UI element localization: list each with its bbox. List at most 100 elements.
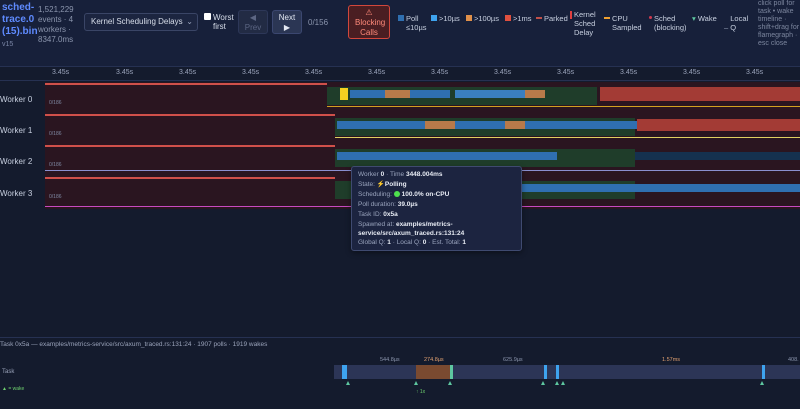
tooltip-poll-duration: Poll duration: 39.0µs <box>358 200 515 210</box>
worst-first-label: Worst first <box>213 13 234 31</box>
wake-marker-icon[interactable] <box>448 381 452 385</box>
tooltip-time-label: Time <box>389 171 405 178</box>
wake-marker-icon[interactable] <box>760 381 764 385</box>
legend-swatch-10us <box>431 15 437 21</box>
local-q-dash-icon: – <box>724 23 729 32</box>
parked-bar[interactable] <box>600 87 800 101</box>
task-poll-bar[interactable] <box>450 365 453 379</box>
tooltip-task-id-label: Task ID: <box>358 211 382 218</box>
parked-line <box>45 177 335 179</box>
axis-tick: 3.45s <box>242 69 260 76</box>
axis-tick: 3.45s <box>116 69 134 76</box>
axis-tick: 3.45s <box>683 69 701 76</box>
view-select[interactable]: Kernel Scheduling Delays ⌄ <box>84 13 198 31</box>
worker-lane-0[interactable]: 0/186 <box>45 82 800 113</box>
view-select-value: Kernel Scheduling Delays <box>91 17 183 26</box>
tooltip-task-id: Task ID: 0x5a <box>358 210 515 220</box>
blocking-calls-button[interactable]: ⚠ Blocking Calls <box>348 5 390 39</box>
chevron-down-icon: ⌄ <box>186 17 193 26</box>
poll-bar[interactable] <box>337 121 637 129</box>
parked-line <box>45 83 327 85</box>
legend-10us-label: >10µs <box>439 14 460 23</box>
wake-marker-icon[interactable] <box>541 381 545 385</box>
poll-bar-highlight[interactable] <box>340 88 348 100</box>
worker-lane-1[interactable]: 0/186 <box>45 113 800 144</box>
poll-bar[interactable] <box>522 184 800 192</box>
worker-label-1: Worker 1 <box>0 126 33 135</box>
poll-bar[interactable] <box>337 152 557 160</box>
tooltip-global-q-label: Global Q: <box>358 239 386 246</box>
wake-marker-icon[interactable] <box>555 381 559 385</box>
axis-tick: 3.45s <box>494 69 512 76</box>
legend-swatch-kernel-delay <box>570 11 572 19</box>
next-arrow-icon: ▶ <box>283 23 291 32</box>
task-poll-bar[interactable] <box>416 365 450 379</box>
axis-tick: 3.45s <box>746 69 764 76</box>
poll-tooltip: Worker 0 · Time 3448.004ms State: ⚡Polli… <box>351 166 522 251</box>
task-poll-bar[interactable] <box>544 365 547 379</box>
tooltip-task-id-value: 0x5a <box>383 211 398 218</box>
incident-counter: 0/156 <box>308 18 329 27</box>
trace-stats: 1,521,229 events · 4 workers · 8347.0ms <box>38 5 74 44</box>
tooltip-worker-label: Worker <box>358 171 379 178</box>
legend-1ms: >1ms <box>505 14 532 23</box>
axis-tick: 3.45s <box>179 69 197 76</box>
prev-label: Prev <box>244 23 262 32</box>
legend-sched-blocking: Sched (blocking) <box>649 14 692 32</box>
task-duration-label: 625.9µs <box>503 357 523 363</box>
task-panel-title: Task 0x5a — examples/metrics-service/src… <box>0 341 268 348</box>
tooltip-scheduling-label: Scheduling: <box>358 191 392 198</box>
lane-mark: 0/186 <box>49 131 62 137</box>
wake-marker-icon[interactable] <box>561 381 565 385</box>
wake-marker-icon[interactable] <box>414 381 418 385</box>
wake-marker-icon[interactable] <box>346 381 350 385</box>
poll-bar[interactable] <box>525 90 545 98</box>
parked-line <box>45 114 335 116</box>
wake-triangle-icon: ▾ <box>692 14 696 23</box>
poll-bar[interactable] <box>425 121 455 129</box>
legend-swatch-100us <box>466 15 472 21</box>
axis-tick: 3.45s <box>620 69 638 76</box>
prev-button[interactable]: ◀ Prev <box>238 10 268 34</box>
file-name: sched-trace.0 (15).bin v15 <box>2 2 38 51</box>
time-axis: 3.45s 3.45s 3.45s 3.45s 3.45s 3.45s 3.45… <box>0 67 800 81</box>
task-poll-bar[interactable] <box>342 365 347 379</box>
task-footnote: ↑ 1x <box>416 389 426 395</box>
axis-tick: 3.45s <box>305 69 323 76</box>
task-lane[interactable] <box>334 365 800 379</box>
legend-100us-label: >100µs <box>474 14 499 23</box>
legend-cpu-sampled: CPU Sampled <box>604 14 644 32</box>
tooltip-state-value: ⚡Polling <box>376 181 407 188</box>
task-poll-bar[interactable] <box>762 365 765 379</box>
worker-label-2: Worker 2 <box>0 157 33 166</box>
file-version: v15 <box>2 41 14 48</box>
legend-1ms-label: >1ms <box>513 14 532 23</box>
parked-bar[interactable] <box>637 119 800 131</box>
keyboard-hint: click poll for task • wake timeline · sh… <box>758 0 800 47</box>
checkbox-box[interactable] <box>204 13 211 20</box>
warning-icon: ⚠ <box>365 8 373 17</box>
legend-swatch-parked <box>536 17 542 19</box>
task-duration-label: 544.8µs <box>380 357 400 363</box>
lane-mark: 0/186 <box>49 100 62 106</box>
worst-first-checkbox[interactable]: Worst first <box>204 13 239 31</box>
legend-local-q: – Local Q <box>724 14 748 32</box>
worker-label-3: Worker 3 <box>0 189 33 198</box>
task-poll-bar[interactable] <box>556 365 559 379</box>
legend-wake: ▾ Wake <box>692 14 717 23</box>
axis-tick: 3.45s <box>368 69 386 76</box>
next-button[interactable]: Next ▶ <box>272 10 302 34</box>
cpu-sampled-line <box>327 106 800 107</box>
poll-bar[interactable] <box>505 121 525 129</box>
task-duration-label: 408. <box>788 357 799 363</box>
task-lane-label: Task <box>2 369 15 375</box>
file-name-text: sched-trace.0 (15).bin <box>2 2 38 37</box>
poll-bar[interactable] <box>455 90 535 98</box>
tooltip-est-total-label: Est. Total: <box>432 239 461 246</box>
legend-swatch-poll <box>398 15 404 21</box>
blocking-calls-label: Blocking Calls <box>355 18 386 37</box>
tooltip-spawned: Spawned at: examples/metrics-service/src… <box>358 220 515 238</box>
tooltip-poll-duration-label: Poll duration: <box>358 201 396 208</box>
poll-bar[interactable] <box>385 90 410 98</box>
task-duration-label: 1.57ms <box>662 357 681 363</box>
